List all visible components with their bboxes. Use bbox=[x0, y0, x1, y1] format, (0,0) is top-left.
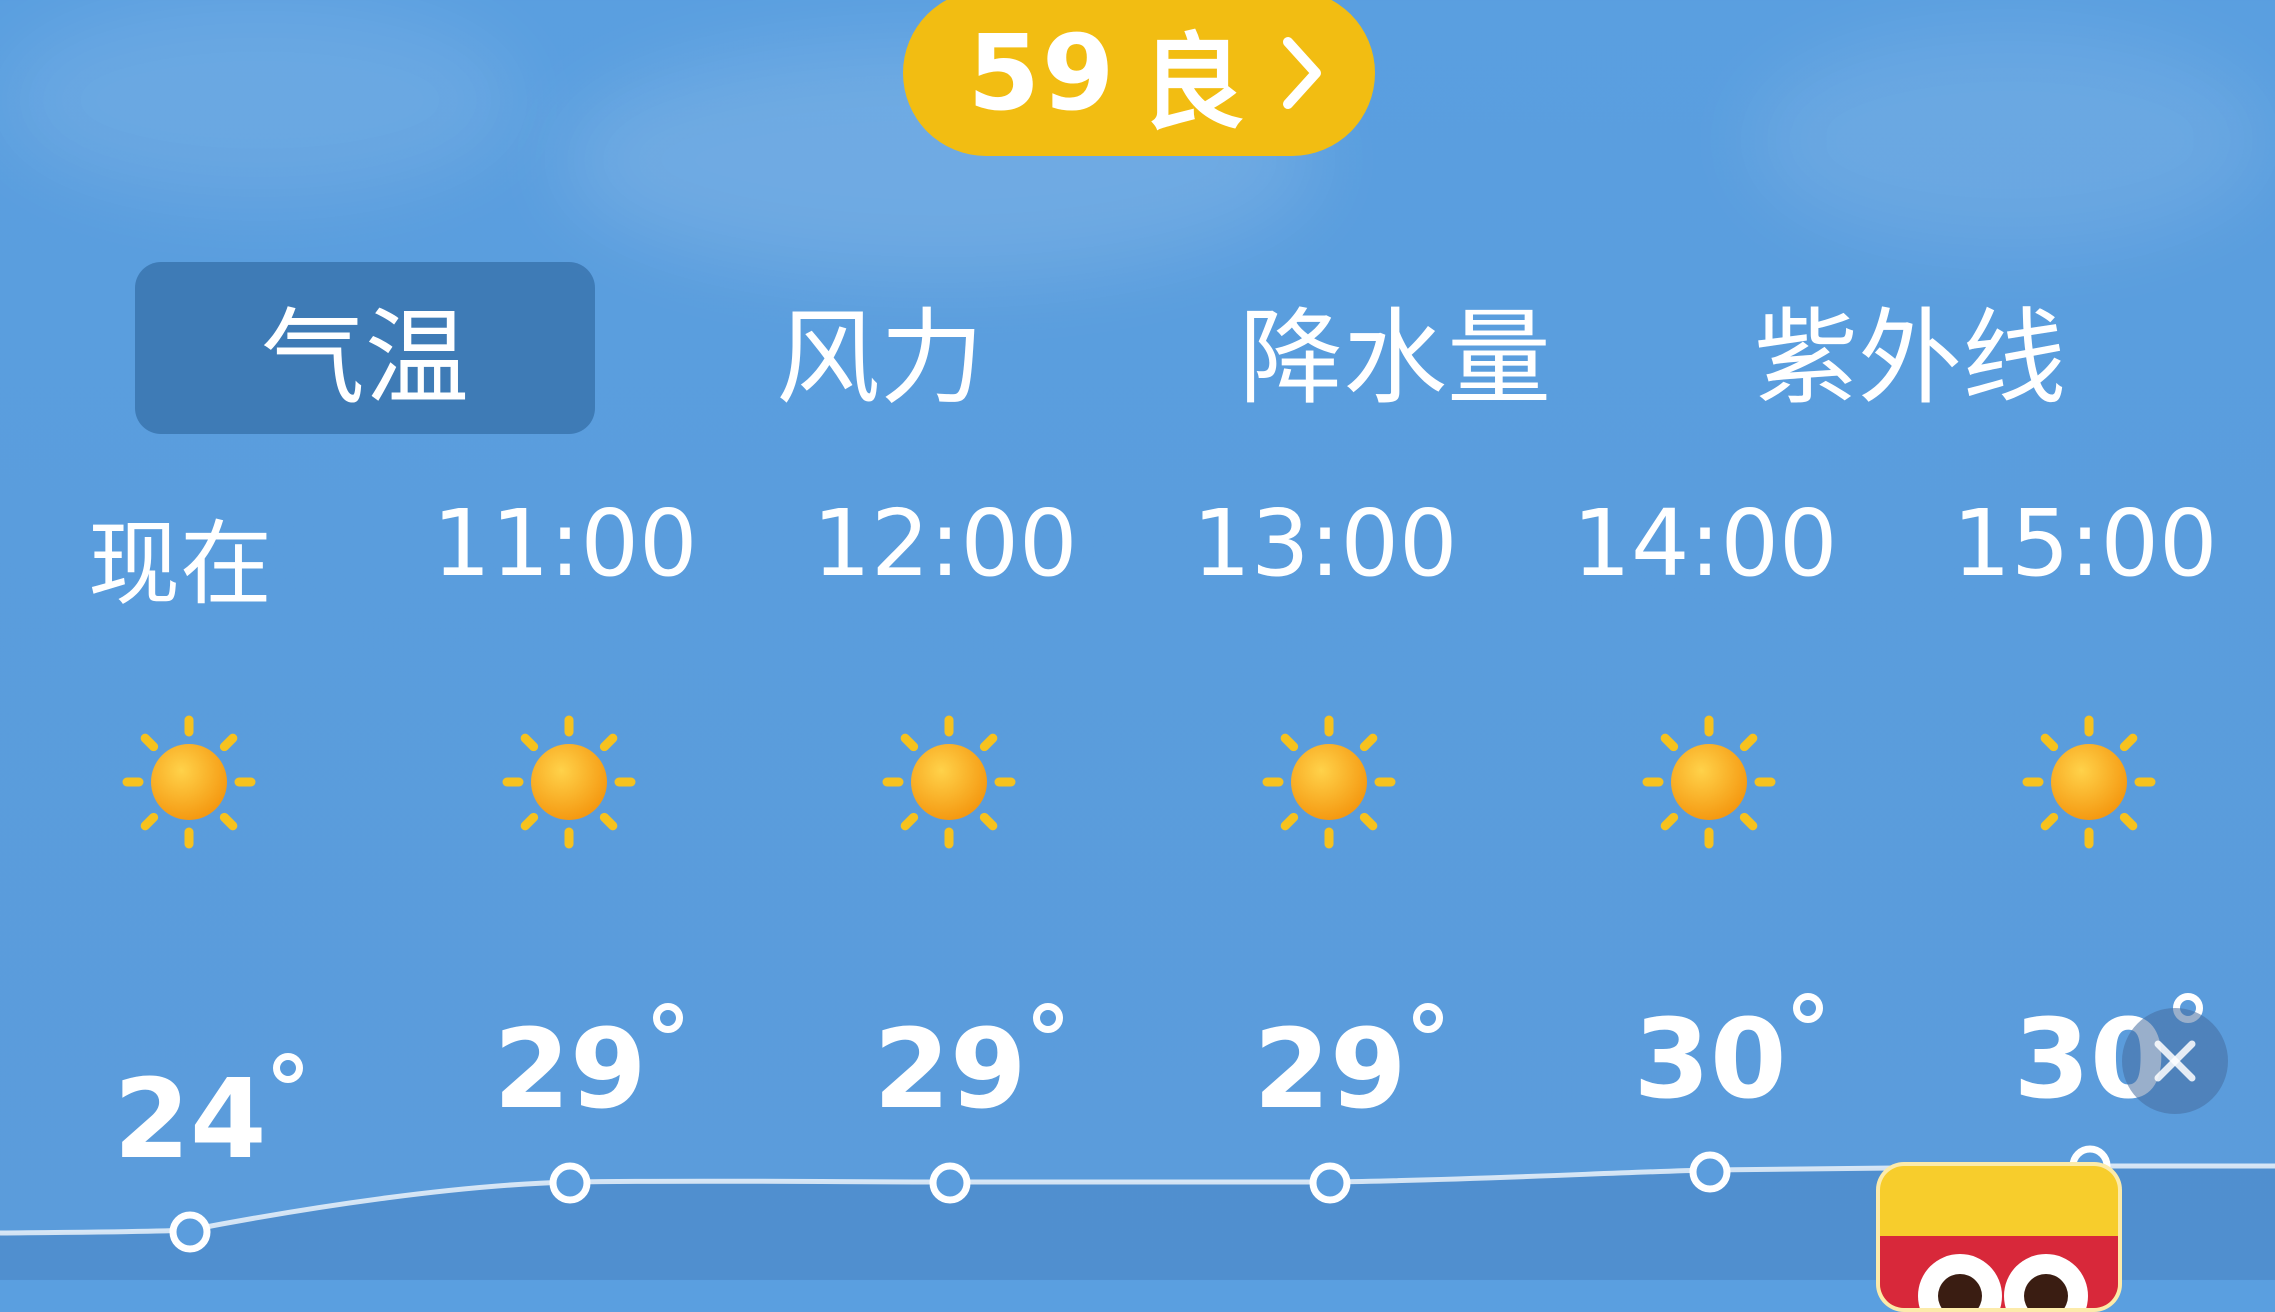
sun-ray bbox=[1359, 733, 1378, 752]
aqi-button[interactable]: 59 良 bbox=[903, 0, 1375, 156]
sun-ray bbox=[2040, 733, 2059, 752]
metric-tabs: 气温 风力 降水量 紫外线 bbox=[0, 262, 2275, 434]
sun-ray bbox=[140, 733, 159, 752]
tab-label: 紫外线 bbox=[1753, 296, 2066, 419]
sun-disc bbox=[2051, 744, 2127, 820]
forecast-temp: 29 bbox=[820, 1003, 1080, 1133]
sun-ray bbox=[1359, 812, 1378, 831]
sun-ray bbox=[900, 812, 919, 831]
tab-label: 降水量 bbox=[1238, 296, 1551, 419]
background-cloud bbox=[1750, 30, 2270, 250]
close-ad-button[interactable] bbox=[2122, 1008, 2228, 1114]
forecast-time: 13:00 bbox=[1192, 490, 1458, 597]
forecast-temp-value: 29 bbox=[1253, 1005, 1407, 1133]
sun-ray bbox=[219, 733, 238, 752]
forecast-temp: 30 bbox=[1580, 993, 1840, 1123]
curve-point bbox=[169, 1211, 211, 1253]
sun-icon bbox=[1929, 712, 2249, 852]
sun-icon bbox=[29, 712, 349, 852]
sun-disc bbox=[1291, 744, 1367, 820]
forecast-temp-value: 29 bbox=[873, 1005, 1027, 1133]
sun-disc bbox=[1671, 744, 1747, 820]
sun-ray bbox=[900, 733, 919, 752]
forecast-temp: 29 bbox=[1200, 1003, 1460, 1133]
sun-ray bbox=[599, 812, 618, 831]
sun-ray bbox=[1280, 812, 1299, 831]
forecast-temp-value: 24 bbox=[113, 1055, 267, 1183]
sun-ray bbox=[1739, 812, 1758, 831]
forecast-temp: 29 bbox=[440, 1003, 700, 1133]
sun-icon bbox=[1549, 712, 1869, 852]
sun-ray bbox=[2119, 812, 2138, 831]
curve-point bbox=[1309, 1162, 1351, 1204]
background-cloud bbox=[0, 0, 520, 200]
forecast-temp: 24 bbox=[60, 1053, 320, 1183]
sun-disc bbox=[911, 744, 987, 820]
tab-precipitation[interactable]: 降水量 bbox=[1165, 262, 1625, 434]
sun-disc bbox=[531, 744, 607, 820]
sun-ray bbox=[2040, 812, 2059, 831]
sun-ray bbox=[520, 812, 539, 831]
tab-label: 风力 bbox=[775, 296, 984, 419]
sun-ray bbox=[219, 812, 238, 831]
curve-point bbox=[929, 1162, 971, 1204]
aqi-level: 良 bbox=[1140, 21, 1247, 144]
degree-symbol bbox=[652, 1003, 683, 1033]
floating-ad-icon[interactable] bbox=[1876, 1162, 2122, 1312]
sun-icon bbox=[1169, 712, 1489, 852]
degree-symbol bbox=[1792, 993, 1823, 1023]
sun-ray bbox=[1660, 812, 1679, 831]
sun-icon bbox=[409, 712, 729, 852]
sun-ray bbox=[599, 733, 618, 752]
sun-ray bbox=[1280, 733, 1299, 752]
close-icon bbox=[2154, 1040, 2196, 1082]
curve-point bbox=[1689, 1151, 1731, 1193]
sun-ray bbox=[520, 733, 539, 752]
sun-ray bbox=[2119, 733, 2138, 752]
forecast-time: 15:00 bbox=[1952, 490, 2218, 597]
tab-label: 气温 bbox=[260, 296, 469, 419]
forecast-time: 14:00 bbox=[1572, 490, 1838, 597]
degree-symbol bbox=[1032, 1003, 1063, 1033]
degree-symbol bbox=[1412, 1003, 1443, 1033]
sun-ray bbox=[979, 733, 998, 752]
forecast-time: 现在 bbox=[87, 511, 272, 618]
aqi-value: 59 bbox=[967, 12, 1117, 134]
mascot-icon bbox=[1880, 1236, 2118, 1308]
tab-uv[interactable]: 紫外线 bbox=[1680, 262, 2140, 434]
sun-ray bbox=[140, 812, 159, 831]
sun-disc bbox=[151, 744, 227, 820]
forecast-time: 11:00 bbox=[432, 490, 698, 597]
forecast-temp-value: 30 bbox=[1633, 995, 1787, 1123]
tab-wind[interactable]: 风力 bbox=[650, 262, 1110, 434]
degree-symbol bbox=[272, 1053, 303, 1083]
sun-ray bbox=[979, 812, 998, 831]
sun-icon bbox=[789, 712, 1109, 852]
curve-point bbox=[549, 1162, 591, 1204]
tab-temperature[interactable]: 气温 bbox=[135, 262, 595, 434]
chevron-right-icon bbox=[1283, 37, 1322, 109]
sun-ray bbox=[1660, 733, 1679, 752]
sun-ray bbox=[1739, 733, 1758, 752]
forecast-temp-value: 29 bbox=[493, 1005, 647, 1133]
forecast-time: 12:00 bbox=[812, 490, 1078, 597]
